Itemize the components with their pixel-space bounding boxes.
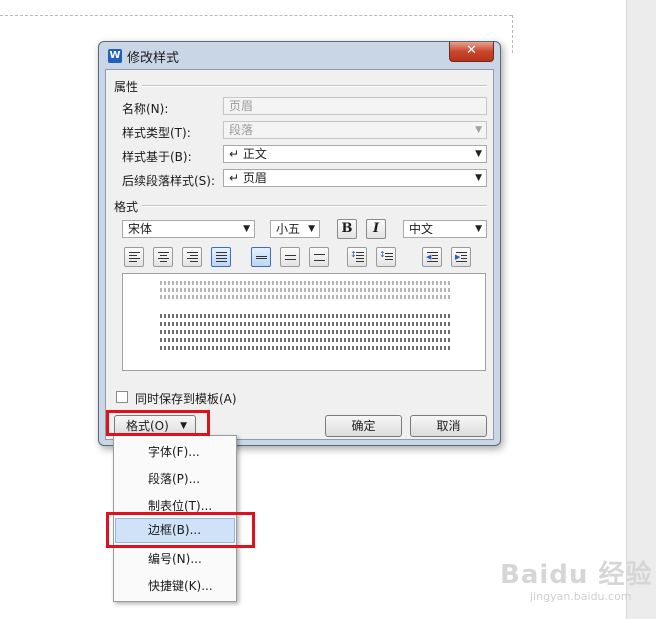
modify-style-dialog: W 修改样式 ✕ 属性 名称(N): 页眉 样式类型(T): 段落 ▼ 样式基于… (98, 41, 501, 446)
dialog-content: 属性 名称(N): 页眉 样式类型(T): 段落 ▼ 样式基于(B): ↵ 正文… (105, 69, 494, 440)
based-on-value: ↵ 正文 (229, 147, 267, 161)
preview-sample-line (160, 338, 450, 342)
menu-item-shortcut[interactable]: 快捷键(K)... (115, 574, 235, 599)
font-size-value: 小五 (276, 222, 301, 236)
font-name-value: 宋体 (128, 222, 153, 236)
preview-sample-line (160, 314, 450, 318)
properties-section-label: 属性 (114, 80, 139, 94)
baidu-watermark-url: jingyan.baidu.com (530, 590, 632, 603)
name-field[interactable]: 页眉 (223, 97, 487, 115)
script-dropdown[interactable]: 中文 ▼ (403, 220, 487, 238)
page-margin-guide-right (512, 15, 513, 53)
decrease-indent-icon[interactable]: ◀ (422, 247, 442, 267)
increase-paragraph-spacing-icon[interactable]: ↕ (347, 247, 367, 267)
close-button[interactable]: ✕ (449, 42, 494, 62)
font-name-dropdown[interactable]: 宋体 ▼ (122, 220, 255, 238)
align-justify-button[interactable] (211, 247, 231, 267)
style-type-value: 段落 (229, 123, 254, 137)
borders-item-highlight (106, 512, 255, 548)
preview-sample-line (160, 346, 450, 350)
menu-item-numbering[interactable]: 编号(N)... (115, 547, 235, 572)
document-page-edge (626, 0, 656, 619)
align-right-button[interactable] (182, 247, 202, 267)
properties-divider (142, 85, 487, 87)
menu-item-font[interactable]: 字体(F)... (115, 440, 235, 465)
font-size-dropdown[interactable]: 小五 ▼ (270, 220, 320, 238)
menu-item-paragraph[interactable]: 段落(P)... (115, 467, 235, 492)
format-button-highlight (106, 410, 210, 436)
based-on-label: 样式基于(B): (122, 150, 192, 164)
following-style-dropdown[interactable]: ↵ 页眉 ▼ (223, 169, 487, 187)
page-margin-guide-top (0, 15, 512, 16)
based-on-dropdown[interactable]: ↵ 正文 ▼ (223, 145, 487, 163)
dropdown-arrow-icon: ▼ (243, 224, 250, 234)
save-to-template-checkbox[interactable] (116, 391, 128, 403)
baidu-watermark-logo: Baidu 经验 (500, 560, 653, 590)
bold-button[interactable]: B (337, 219, 357, 239)
format-section-label: 格式 (114, 200, 139, 214)
following-style-value: ↵ 页眉 (229, 171, 267, 185)
dropdown-arrow-icon: ▼ (308, 224, 315, 234)
script-value: 中文 (409, 222, 434, 236)
cancel-button[interactable]: 取消 (410, 415, 487, 437)
align-center-button[interactable] (153, 247, 173, 267)
decrease-paragraph-spacing-icon[interactable]: ↕ (376, 247, 396, 267)
increase-indent-icon[interactable]: ▶ (451, 247, 471, 267)
single-spacing-button[interactable] (251, 247, 271, 267)
dropdown-arrow-icon: ▼ (475, 125, 482, 135)
save-to-template-label: 同时保存到模板(A) (135, 392, 237, 406)
following-style-label: 后续段落样式(S): (122, 174, 216, 188)
format-divider (142, 205, 487, 207)
dropdown-arrow-icon: ▼ (475, 224, 482, 234)
name-label: 名称(N): (122, 102, 169, 116)
preview-prev-paragraph-line (160, 295, 450, 299)
double-spacing-button[interactable] (309, 247, 329, 267)
preview-prev-paragraph-line (160, 281, 450, 285)
ok-button[interactable]: 确定 (325, 415, 402, 437)
align-left-button[interactable] (124, 247, 144, 267)
wps-writer-icon: W (108, 49, 122, 63)
one-half-spacing-button[interactable] (280, 247, 300, 267)
dialog-titlebar: W 修改样式 ✕ (99, 42, 500, 68)
preview-sample-line (160, 322, 450, 326)
dropdown-arrow-icon: ▼ (475, 149, 482, 159)
style-type-label: 样式类型(T): (122, 126, 191, 140)
dropdown-arrow-icon: ▼ (475, 173, 482, 183)
dialog-title: 修改样式 (127, 51, 180, 66)
preview-prev-paragraph-line (160, 288, 450, 292)
style-type-dropdown[interactable]: 段落 ▼ (223, 121, 487, 139)
style-preview-pane (122, 273, 486, 371)
italic-button[interactable]: I (366, 219, 386, 239)
preview-sample-line (160, 330, 450, 334)
